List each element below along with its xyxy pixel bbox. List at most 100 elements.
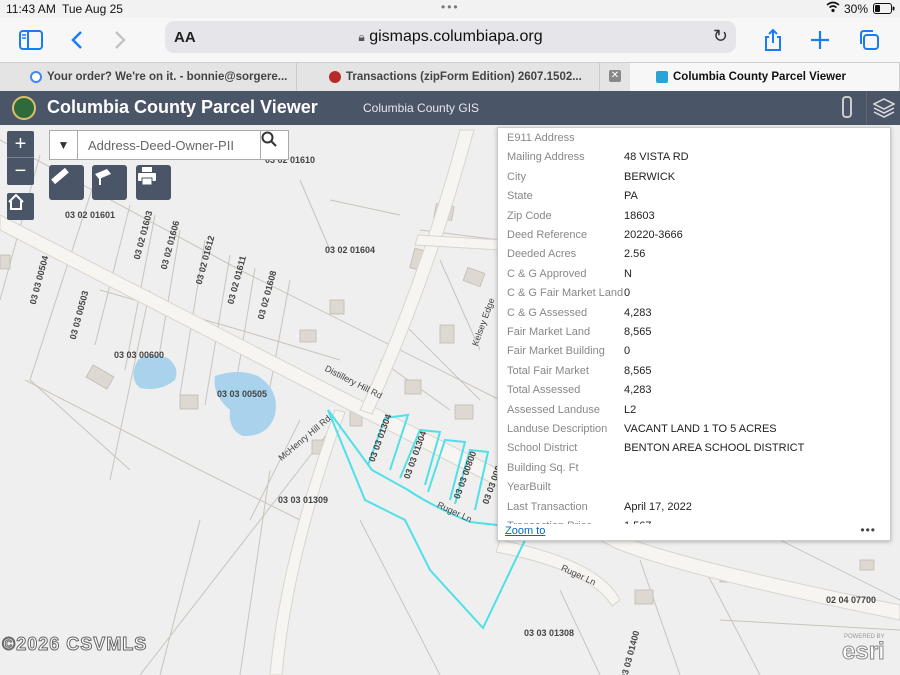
back-icon[interactable] <box>61 24 93 56</box>
attribute-row: Fair Market Land 8,565 <box>507 323 887 342</box>
attribute-row: C & G Fair Market Land 0 <box>507 284 887 303</box>
tabs-overview-icon[interactable] <box>853 24 885 56</box>
attribute-label: Total Fair Market <box>507 364 589 377</box>
parcel-label: 03 02 01601 <box>65 210 116 220</box>
reload-icon[interactable]: ↻ <box>713 26 728 47</box>
app-title: Columbia County Parcel Viewer <box>47 97 318 117</box>
attribute-value: 48 VISTA RD <box>624 151 689 164</box>
layers-icon[interactable] <box>866 91 900 125</box>
parcel-search: ▼ <box>49 130 289 160</box>
address-bar[interactable]: AA 🔒︎ gismaps.columbiapa.org ↻ <box>165 21 736 53</box>
attribute-row: City BERWICK <box>507 168 887 187</box>
zoom-control: + − <box>7 131 34 185</box>
attribute-label: C & G Fair Market Land <box>507 287 624 300</box>
attribute-label: Deed Reference <box>507 229 588 241</box>
attribute-label: Fair Market Land <box>507 326 591 338</box>
draw-tool-button[interactable] <box>92 165 127 200</box>
ios-status-bar: 11:43 AM Tue Aug 25 ••• 30% <box>0 0 900 18</box>
search-button[interactable] <box>260 131 288 159</box>
tab-label: Transactions (zipForm Edition) 2607.1502… <box>346 71 582 83</box>
esri-logo: POWERED BY esri <box>842 634 886 666</box>
attribute-label: Fair Market Building <box>507 345 605 358</box>
tab-label: Your order? We're on it. - bonnie@sorger… <box>47 71 288 83</box>
attribute-value: 8,565 <box>624 364 652 377</box>
attribute-row: Zip Code 18603 <box>507 207 887 226</box>
attribute-label: Mailing Address <box>507 151 585 164</box>
attribute-row: Deeded Acres 2.56 <box>507 245 887 264</box>
attribute-value: 1,567 <box>624 520 652 524</box>
app-header: Columbia County Parcel Viewer Columbia C… <box>0 91 900 125</box>
attribute-row: School District BENTON AREA SCHOOL DISTRI… <box>507 439 887 458</box>
safari-toolbar: AA 🔒︎ gismaps.columbiapa.org ↻ <box>0 18 900 62</box>
zipform-icon <box>329 71 341 83</box>
search-source-dropdown[interactable]: ▼ <box>50 131 78 159</box>
zoom-to-link[interactable]: Zoom to <box>505 525 545 537</box>
google-icon <box>30 71 42 83</box>
attribute-label: E911 Address <box>507 132 575 144</box>
attribute-list[interactable]: E911 Address Mailing Address 48 VISTA RD Ci… <box>498 128 890 524</box>
attribute-row: C & G Approved N <box>507 265 887 284</box>
new-tab-icon[interactable] <box>804 24 836 56</box>
zoom-out-button[interactable]: − <box>7 158 34 185</box>
parcel-label: 03 03 00600 <box>114 350 165 360</box>
attribute-label: Last Transaction <box>507 500 588 513</box>
more-options-icon[interactable]: ••• <box>860 523 876 537</box>
attribute-value: 4,283 <box>624 384 652 397</box>
attribute-label: Total Assessed <box>507 384 581 397</box>
attribute-value: N <box>624 267 632 280</box>
sidebar-icon[interactable] <box>15 24 47 56</box>
lock-icon: 🔒︎ <box>358 30 365 44</box>
zoom-in-button[interactable]: + <box>7 131 34 158</box>
attribute-row: E911 Address <box>507 129 887 148</box>
forward-icon[interactable] <box>104 24 136 56</box>
attribute-row: Assessed Landuse L2 <box>507 401 887 420</box>
attribute-row: C & G Assessed 4,283 <box>507 304 887 323</box>
site-favicon-icon <box>656 71 668 83</box>
tab-email-order[interactable]: Your order? We're on it. - bonnie@sorger… <box>0 63 297 91</box>
home-icon <box>8 193 24 210</box>
scale-icon[interactable] <box>842 96 852 118</box>
home-button[interactable] <box>7 193 34 220</box>
attribute-row: Mailing Address 48 VISTA RD <box>507 148 887 167</box>
attribute-label: C & G Assessed <box>507 306 588 319</box>
attribute-label: Landuse Description <box>507 423 608 435</box>
attribute-row: Last Transaction April 17, 2022 <box>507 498 887 517</box>
attribute-value: L2 <box>624 403 637 416</box>
attribute-label: City <box>507 170 526 183</box>
attribute-label: Zip Code <box>507 209 552 222</box>
attribute-label: C & G Approved <box>507 267 587 280</box>
battery-percent: 30% <box>844 2 869 16</box>
multitask-dots-icon[interactable]: ••• <box>441 0 460 14</box>
print-icon <box>138 167 156 186</box>
print-button[interactable] <box>136 165 171 200</box>
attribute-row: Building Sq. Ft <box>507 459 887 478</box>
attribute-label: Transaction Price <box>507 520 592 524</box>
parcel-info-popup: E911 Address Mailing Address 48 VISTA RD Ci… <box>497 127 891 541</box>
attribute-label: Building Sq. Ft <box>507 461 579 474</box>
search-input[interactable] <box>80 133 260 157</box>
tab-transactions[interactable]: Transactions (zipForm Edition) 2607.1502… <box>297 63 600 91</box>
parcel-label: 02 04 07700 <box>826 595 877 605</box>
tab-label: Columbia County Parcel Viewer <box>673 71 846 83</box>
attribute-value: 18603 <box>624 209 655 222</box>
draw-icon <box>95 169 111 185</box>
measure-tool-button[interactable] <box>49 165 84 200</box>
attribute-label: School District <box>507 442 578 455</box>
share-icon[interactable] <box>757 24 789 56</box>
attribute-value: VACANT LAND 1 TO 5 ACRES <box>624 423 777 435</box>
parcel-label: 03 03 01309 <box>278 495 329 505</box>
tab-parcel-viewer[interactable]: Columbia County Parcel Viewer <box>630 63 900 91</box>
attribute-label: Deeded Acres <box>507 248 577 261</box>
attribute-label: State <box>507 190 533 203</box>
app-subtitle: Columbia County GIS <box>363 101 480 115</box>
attribute-value: BERWICK <box>624 170 676 183</box>
parcel-label: 03 03 00505 <box>217 389 268 399</box>
ruler-icon <box>51 167 69 185</box>
esri-powered-text: POWERED BY <box>844 634 885 640</box>
parcel-label: 03 02 01604 <box>325 245 376 255</box>
close-tab-icon[interactable]: ✕ <box>609 70 621 82</box>
attribute-value: 4,283 <box>624 306 652 319</box>
status-time: 11:43 AM <box>6 2 56 16</box>
attribute-row: Transaction Price 1,567 <box>507 517 887 524</box>
attribute-value: April 17, 2022 <box>624 500 692 513</box>
